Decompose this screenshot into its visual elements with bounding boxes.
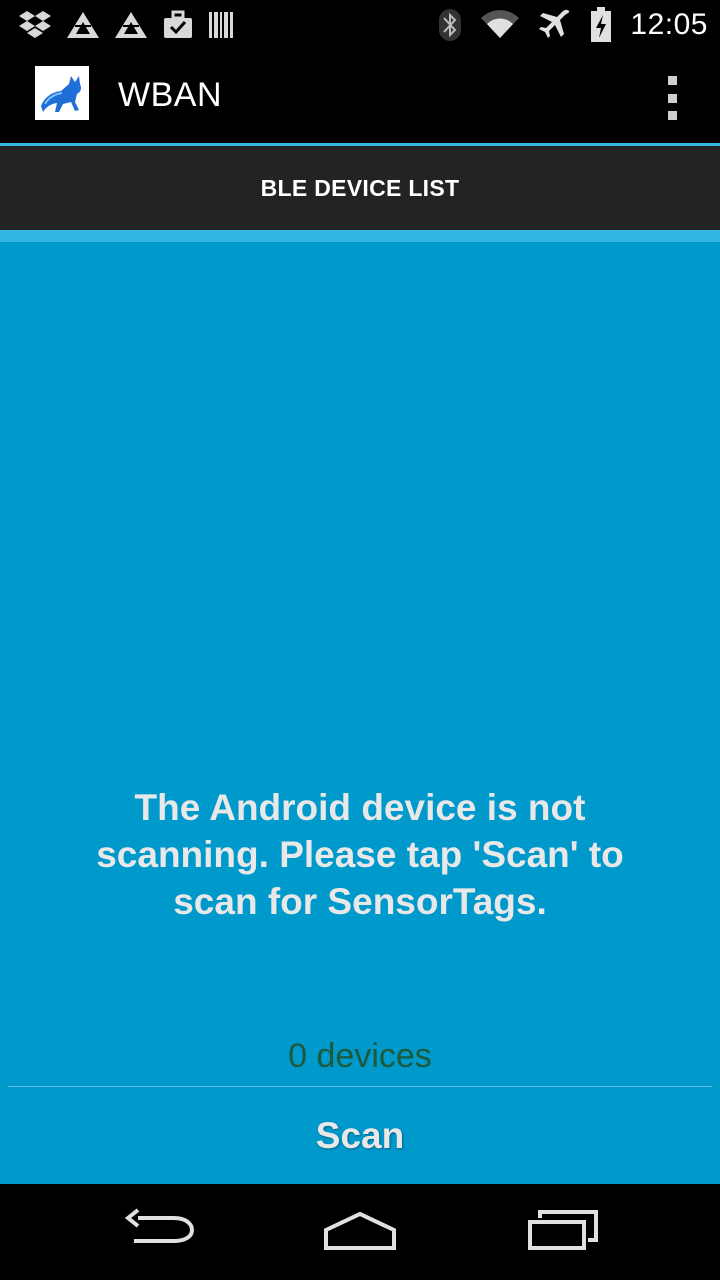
dropbox-icon bbox=[18, 10, 52, 40]
scan-status-message: The Android device is not scanning. Plea… bbox=[96, 787, 624, 922]
screen: 12:05 WBAN BLE DEVICE LIST The Android d… bbox=[0, 0, 720, 1280]
device-count: 0 devices bbox=[288, 1037, 432, 1075]
tab-label: BLE DEVICE LIST bbox=[260, 174, 460, 201]
battery-charging-icon bbox=[590, 7, 612, 43]
triangle-app-icon bbox=[66, 10, 100, 40]
overflow-dot bbox=[667, 111, 677, 120]
system-icons: 12:05 bbox=[438, 6, 708, 44]
barcode-icon bbox=[208, 10, 234, 40]
cat-logo-icon bbox=[35, 66, 89, 120]
recent-apps-icon[interactable] bbox=[526, 1208, 600, 1252]
app-logo[interactable] bbox=[35, 66, 89, 120]
overflow-dot bbox=[667, 93, 677, 103]
app-title: WBAN bbox=[118, 76, 222, 114]
navigation-bar bbox=[0, 1184, 720, 1280]
overflow-dot bbox=[667, 76, 677, 85]
back-icon[interactable] bbox=[124, 1208, 196, 1250]
notification-icons bbox=[18, 6, 234, 44]
home-icon[interactable] bbox=[322, 1208, 398, 1252]
tab-ble-device-list[interactable]: BLE DEVICE LIST bbox=[0, 146, 720, 230]
airplane-mode-icon bbox=[538, 8, 572, 42]
action-bar: WBAN bbox=[0, 50, 720, 146]
triangle-app-icon bbox=[114, 10, 148, 40]
device-list-panel: The Android device is not scanning. Plea… bbox=[0, 242, 720, 1184]
overflow-menu-icon[interactable] bbox=[660, 76, 684, 120]
clock: 12:05 bbox=[630, 8, 708, 41]
tab-selected-indicator bbox=[0, 230, 720, 242]
status-bar: 12:05 bbox=[0, 0, 720, 50]
briefcase-check-icon bbox=[162, 10, 194, 40]
scan-button[interactable]: Scan bbox=[0, 1088, 720, 1184]
bluetooth-icon bbox=[438, 8, 462, 42]
wifi-icon bbox=[480, 10, 520, 40]
divider bbox=[8, 1086, 712, 1087]
tab-bar: BLE DEVICE LIST bbox=[0, 146, 720, 230]
